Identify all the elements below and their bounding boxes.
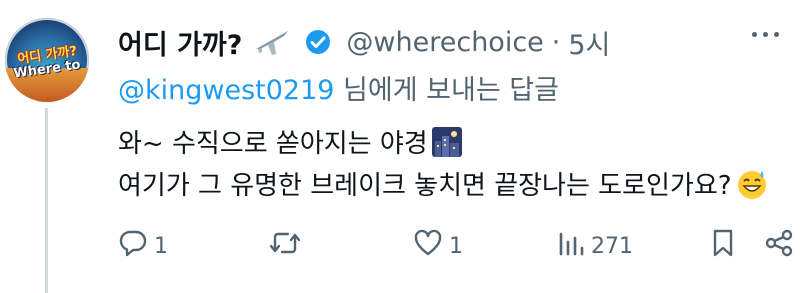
- share-icon: [763, 228, 795, 264]
- display-name[interactable]: 어디 가까?: [118, 23, 242, 62]
- tweet-text: 와~ 수직으로 쏟아지는 야경: [118, 129, 428, 159]
- user-handle[interactable]: @wherechoice: [346, 27, 543, 58]
- like-count: 1: [449, 233, 463, 259]
- reply-icon: [118, 228, 148, 264]
- reply-suffix: 님에게 보내는 답글: [334, 75, 559, 106]
- airplane-icon: [254, 27, 290, 57]
- tweet-text-line-2: 여기가 그 유명한 브레이크 놓치면 끝장나는 도로인가요?: [118, 165, 768, 202]
- separator-dot: ·: [551, 26, 561, 58]
- views-count: 271: [591, 233, 633, 259]
- reply-count: 1: [154, 233, 168, 259]
- tweet-header: 어디 가까? @wherechoice · 5시: [118, 20, 610, 64]
- share-action[interactable]: [763, 228, 795, 264]
- more-options-icon[interactable]: [752, 32, 779, 37]
- action-bar: 1 1 271: [118, 228, 798, 264]
- views-action[interactable]: 271: [555, 228, 633, 264]
- reply-mention-link[interactable]: @kingwest0219: [118, 75, 334, 106]
- tweet-text-2: 여기가 그 유명한 브레이크 놓치면 끝장나는 도로인가요?: [118, 171, 732, 201]
- heart-icon: [413, 228, 443, 264]
- bookmark-action[interactable]: [708, 228, 738, 264]
- views-chart-icon: [555, 228, 585, 264]
- timestamp[interactable]: 5시: [568, 23, 610, 62]
- retweet-icon: [268, 228, 302, 264]
- bookmark-icon: [708, 228, 738, 264]
- grinning-sweat-emoji-icon: [736, 168, 768, 200]
- thread-line: [45, 108, 48, 293]
- reply-action[interactable]: 1: [118, 228, 168, 264]
- profile-avatar[interactable]: 어디 가까? Where to: [5, 18, 89, 102]
- replying-to: @kingwest0219 님에게 보내는 답글: [118, 68, 559, 107]
- verified-badge-icon[interactable]: [304, 28, 332, 56]
- like-action[interactable]: 1: [413, 228, 463, 264]
- retweet-action[interactable]: [268, 228, 302, 264]
- tweet-text-line-1: 와~ 수직으로 쏟아지는 야경: [118, 123, 462, 160]
- night-city-emoji-icon: [431, 126, 462, 157]
